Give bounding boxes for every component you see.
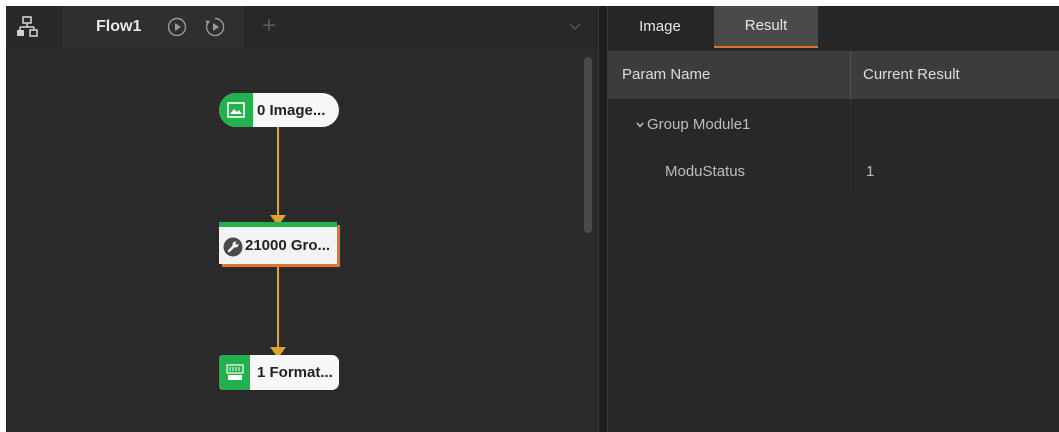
result-panel: Image Result Param Name Current Result G… bbox=[608, 6, 1059, 432]
column-header-current-result[interactable]: Current Result bbox=[863, 66, 960, 83]
param-value-modustatus: 1 bbox=[866, 163, 875, 180]
tree-row-label: Group Module1 bbox=[647, 116, 751, 133]
panel-splitter[interactable] bbox=[598, 6, 608, 432]
flow-node-image[interactable]: 0 Image... bbox=[219, 93, 339, 127]
flow-node-format[interactable]: 1 Format... bbox=[219, 355, 339, 390]
node-label: 0 Image... bbox=[257, 101, 326, 119]
result-tabs: Image Result bbox=[608, 6, 1059, 48]
column-header-param-name[interactable]: Param Name bbox=[622, 66, 710, 83]
wrench-icon bbox=[223, 237, 243, 257]
node-label: 1 Format... bbox=[257, 364, 333, 381]
canvas-scrollbar[interactable] bbox=[584, 57, 592, 233]
tree-row-group-module[interactable]: Group Module1 bbox=[634, 116, 750, 133]
tab-result[interactable]: Result bbox=[714, 6, 818, 48]
image-icon bbox=[219, 93, 253, 127]
node-label: 21000 Gro... bbox=[245, 237, 331, 254]
flow-node-group[interactable]: 21000 Gro... bbox=[219, 222, 337, 264]
flow-canvas[interactable]: Flow1 + 0 Image... 21000 Gro... 1 Format… bbox=[6, 6, 598, 432]
app-window: Flow1 + 0 Image... 21000 Gro... 1 Format… bbox=[6, 6, 1059, 432]
format-str-icon bbox=[219, 355, 250, 390]
tab-image[interactable]: Image bbox=[608, 6, 712, 48]
table-header: Param Name Current Result bbox=[608, 51, 1059, 99]
column-divider bbox=[850, 99, 851, 195]
param-name-modustatus: ModuStatus bbox=[665, 163, 746, 180]
column-divider[interactable] bbox=[850, 51, 851, 99]
chevron-down-icon[interactable] bbox=[634, 119, 646, 131]
